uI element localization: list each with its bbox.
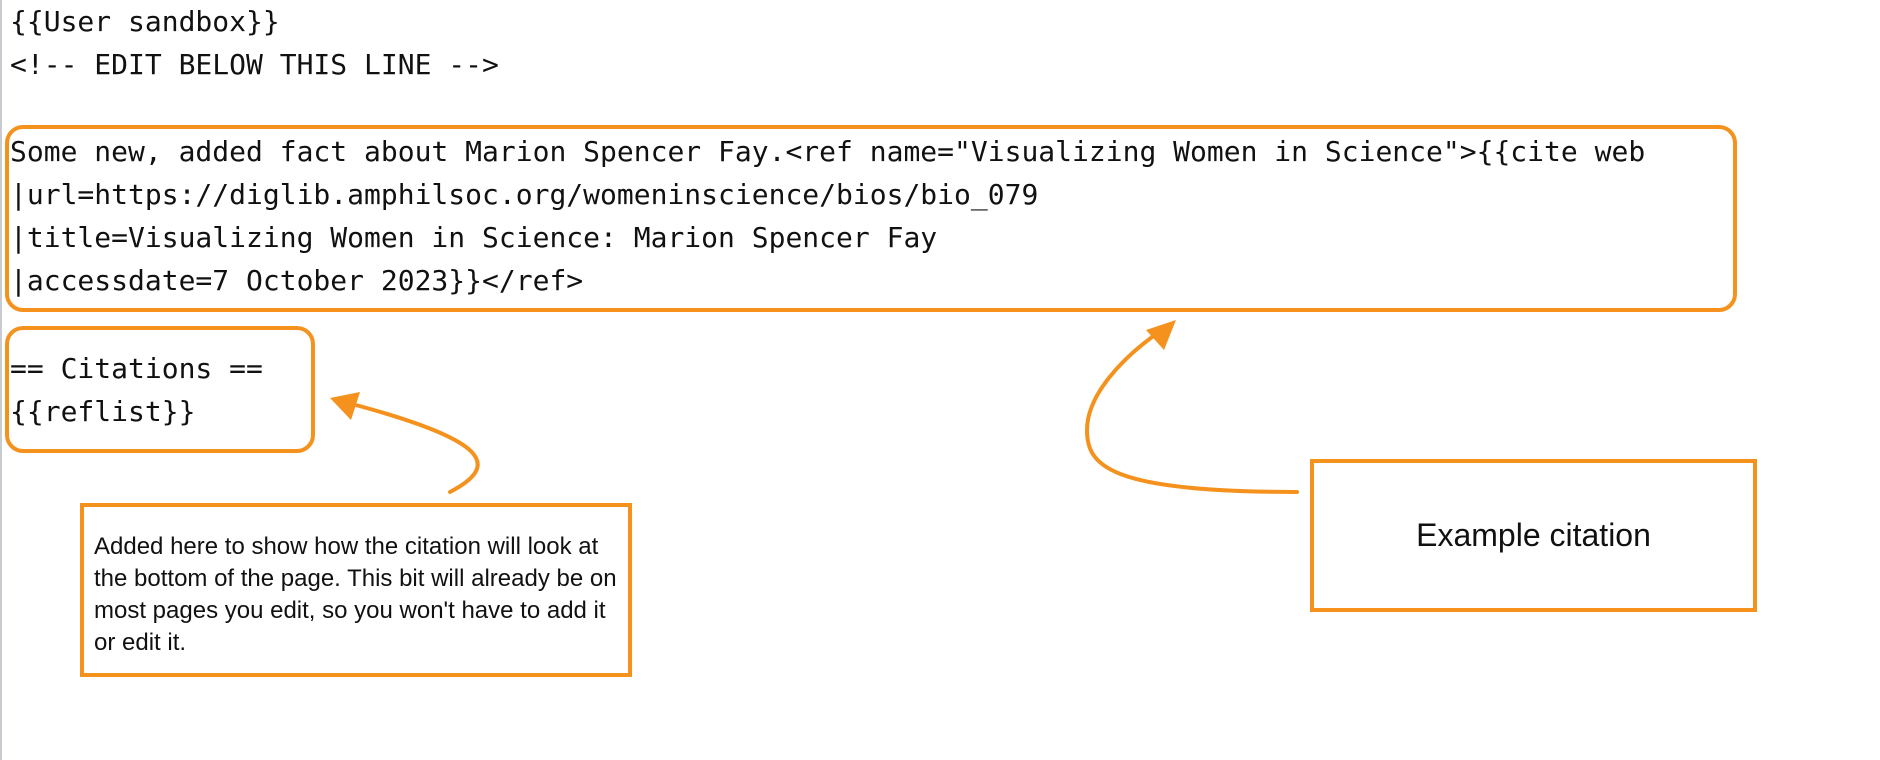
callout-arrows [330, 320, 1299, 494]
arrow-to-citation-icon [1084, 320, 1299, 494]
wikitext-editor[interactable]: {{User sandbox}} <!-- EDIT BELOW THIS LIN… [0, 0, 1880, 760]
arrow-to-reflist-icon [330, 392, 480, 494]
